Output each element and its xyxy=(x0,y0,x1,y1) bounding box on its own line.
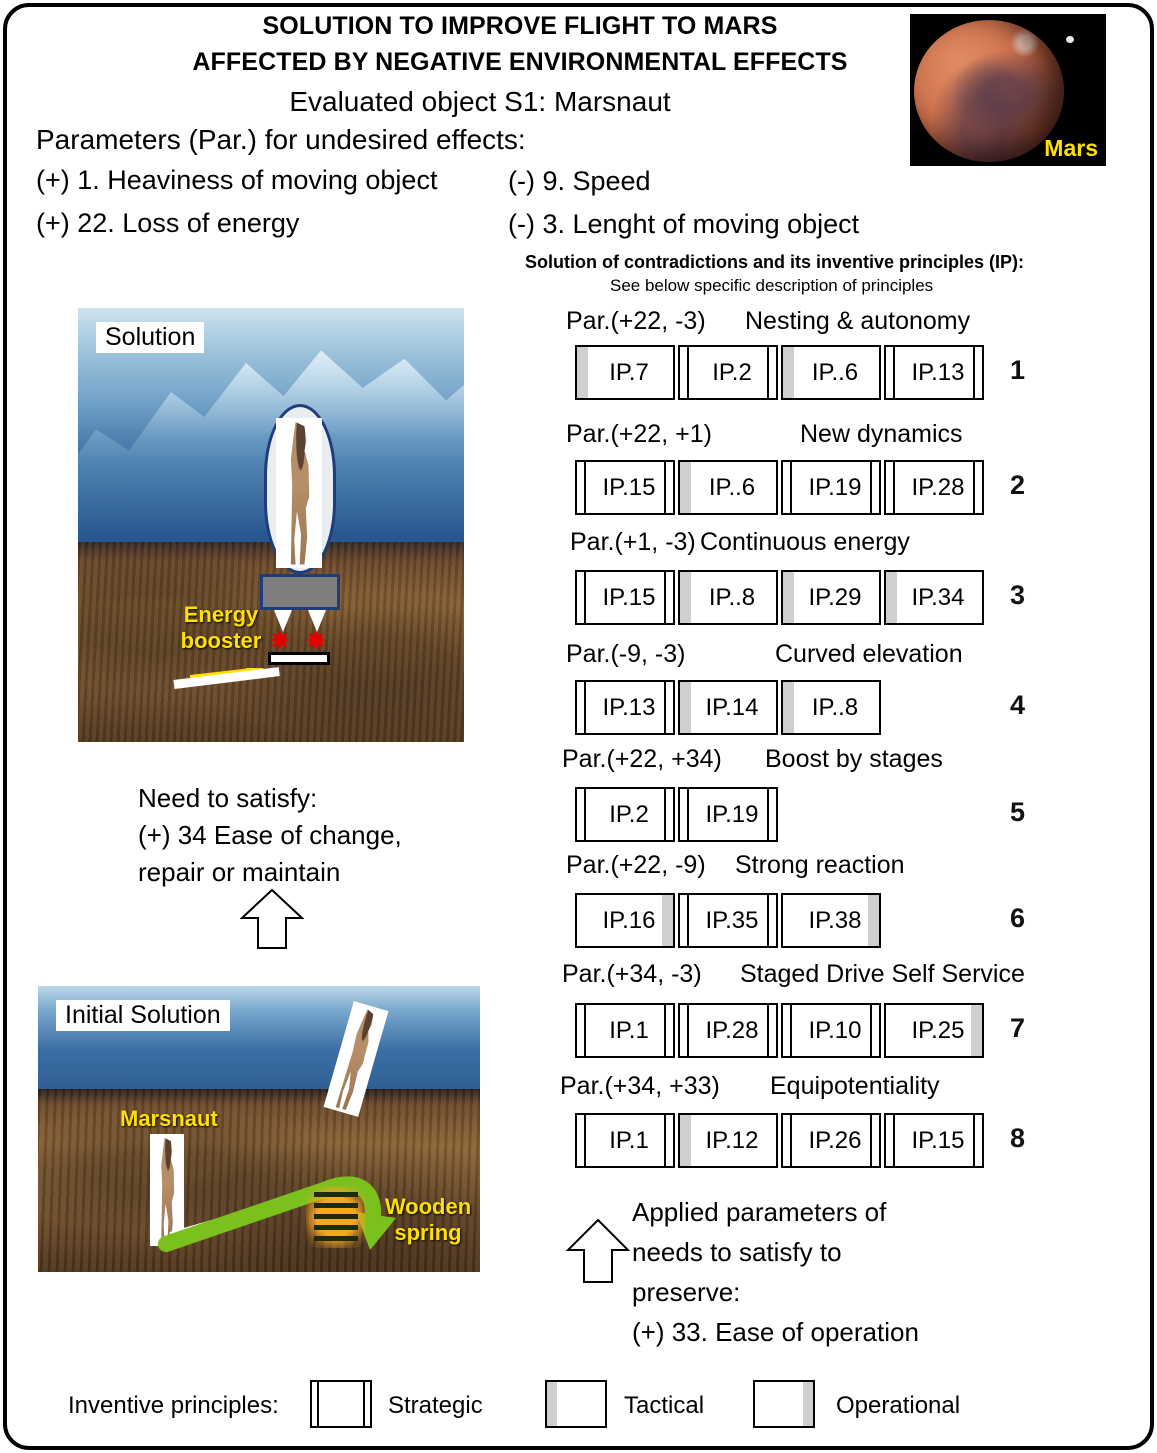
ip-box[interactable]: IP.15 xyxy=(575,460,675,515)
ip-box[interactable]: IP.38 xyxy=(781,893,881,948)
ip-row-parameters: Par.(+34, +33) xyxy=(560,1072,720,1100)
legend-swatch-strategic xyxy=(310,1380,372,1428)
ip-box[interactable]: IP.28 xyxy=(678,1003,778,1058)
legend-swatch-tactical xyxy=(545,1380,607,1428)
ip-row-number: 3 xyxy=(1010,580,1026,610)
energy-booster-label: Energy booster xyxy=(180,602,262,653)
ip-box[interactable]: IP..8 xyxy=(781,680,881,735)
legend-title: Inventive principles: xyxy=(68,1392,279,1419)
up-arrow-right-icon xyxy=(566,1218,630,1283)
ip-row-principle-name: New dynamics xyxy=(800,420,963,448)
ip-box[interactable]: IP.28 xyxy=(884,460,984,515)
ip-box[interactable]: IP.2 xyxy=(678,345,778,400)
ip-row-principle-name: Staged Drive Self Service xyxy=(740,960,1025,988)
ip-box[interactable]: IP.13 xyxy=(575,680,675,735)
solutions-heading: Solution of contradictions and its inven… xyxy=(525,252,1025,272)
ip-row-parameters: Par.(+1, -3) xyxy=(570,528,696,556)
title-line-1: SOLUTION TO IMPROVE FLIGHT TO MARS xyxy=(262,12,778,40)
ip-row-number: 7 xyxy=(1010,1013,1026,1043)
astronaut-body-icon xyxy=(290,422,310,565)
solution-illustration: Energy booster Solution xyxy=(78,308,464,742)
ip-row-principle-name: Strong reaction xyxy=(735,851,905,879)
ip-box[interactable]: IP..6 xyxy=(781,345,881,400)
solution-image-label: Solution xyxy=(96,322,205,353)
ip-row-principle-name: Boost by stages xyxy=(765,745,943,773)
ip-row-number: 6 xyxy=(1010,903,1026,933)
parameter-item-2: (+) 22. Loss of energy xyxy=(36,208,300,238)
ip-box[interactable]: IP.19 xyxy=(678,787,778,842)
wooden-spring-label: Wooden spring xyxy=(384,1194,472,1245)
legend-label-tactical: Tactical xyxy=(624,1392,705,1419)
ip-row-parameters: Par.(+22, -9) xyxy=(566,851,706,879)
legend: Inventive principles: Strategic Tactical… xyxy=(68,1380,1078,1430)
solutions-subheading: See below specific description of princi… xyxy=(610,276,934,295)
ip-box[interactable]: IP.12 xyxy=(678,1113,778,1168)
parameter-item-1: (+) 1. Heaviness of moving object xyxy=(36,165,438,195)
mars-moon-icon xyxy=(1066,36,1074,43)
ip-box[interactable]: IP.15 xyxy=(884,1113,984,1168)
ip-row-number: 5 xyxy=(1010,797,1026,827)
ip-box[interactable]: IP.29 xyxy=(781,570,881,625)
legend-swatch-operational xyxy=(753,1380,815,1428)
initial-solution-image-label: Initial Solution xyxy=(56,1000,230,1031)
ip-row-principle-name: Nesting & autonomy xyxy=(745,307,971,335)
ip-row-principle-name: Equipotentiality xyxy=(770,1072,940,1100)
need-to-satisfy-text: Need to satisfy: (+) 34 Ease of change, … xyxy=(138,783,402,887)
ip-row-principle-name: Continuous energy xyxy=(700,528,910,556)
evaluated-object-subtitle: Evaluated object S1: Marsnaut xyxy=(289,86,671,117)
ip-row-parameters: Par.(+22, +1) xyxy=(566,420,712,448)
ip-box[interactable]: IP.25 xyxy=(884,1003,984,1058)
ip-row-number: 8 xyxy=(1010,1123,1026,1153)
ip-box[interactable]: IP.1 xyxy=(575,1003,675,1058)
ip-box[interactable]: IP.16 xyxy=(575,893,675,948)
ip-box[interactable]: IP.13 xyxy=(884,345,984,400)
ip-row-number: 2 xyxy=(1010,470,1026,500)
initial-solution-illustration: Marsnaut Wooden spring Initial Solution xyxy=(38,986,480,1272)
parameter-item-4: (-) 3. Lenght of moving object xyxy=(508,209,860,239)
ip-box[interactable]: IP.15 xyxy=(575,570,675,625)
legend-label-operational: Operational xyxy=(836,1392,961,1419)
mars-photo: Mars xyxy=(910,14,1106,166)
ip-row-parameters: Par.(+22, -3) xyxy=(566,307,706,335)
up-arrow-left-icon xyxy=(240,888,304,949)
ip-box[interactable]: IP.7 xyxy=(575,345,675,400)
ip-row-principle-name: Curved elevation xyxy=(775,640,963,668)
ip-box[interactable]: IP.10 xyxy=(781,1003,881,1058)
mars-planet-icon xyxy=(914,20,1064,162)
ip-row-number: 1 xyxy=(1010,355,1026,385)
ip-row-parameters: Par.(+22, +34) xyxy=(562,745,722,773)
poster-root: SOLUTION TO IMPROVE FLIGHT TO MARS AFFEC… xyxy=(0,0,1157,1453)
ip-box[interactable]: IP.2 xyxy=(575,787,675,842)
ip-box[interactable]: IP.34 xyxy=(884,570,984,625)
marsnaut-label: Marsnaut xyxy=(120,1106,218,1131)
ip-row-number: 4 xyxy=(1010,690,1026,720)
ip-box[interactable]: IP.19 xyxy=(781,460,881,515)
parameter-item-3: (-) 9. Speed xyxy=(508,166,651,196)
page-title: SOLUTION TO IMPROVE FLIGHT TO MARS AFFEC… xyxy=(140,8,900,80)
launch-pad-icon xyxy=(268,652,330,665)
wooden-spring-icon xyxy=(306,1186,366,1248)
ip-box[interactable]: IP.35 xyxy=(678,893,778,948)
ip-row-parameters: Par.(+34, -3) xyxy=(562,960,702,988)
astronaut-figure xyxy=(276,418,322,568)
mars-caption: Mars xyxy=(1044,135,1098,161)
ip-box[interactable]: IP.1 xyxy=(575,1113,675,1168)
applied-parameters-text: Applied parameters of needs to satisfy t… xyxy=(632,1197,919,1347)
parameters-label: Parameters (Par.) for undesired effects: xyxy=(36,124,526,155)
ip-box[interactable]: IP.14 xyxy=(678,680,778,735)
title-line-2: AFFECTED BY NEGATIVE ENVIRONMENTAL EFFEC… xyxy=(192,48,848,76)
nozzle-right-icon xyxy=(308,610,326,632)
nozzle-left-icon xyxy=(274,610,292,632)
ip-box[interactable]: IP.26 xyxy=(781,1113,881,1168)
ip-row-parameters: Par.(-9, -3) xyxy=(566,640,686,668)
ip-box[interactable]: IP..8 xyxy=(678,570,778,625)
ip-box[interactable]: IP..6 xyxy=(678,460,778,515)
legend-label-strategic: Strategic xyxy=(388,1392,483,1419)
